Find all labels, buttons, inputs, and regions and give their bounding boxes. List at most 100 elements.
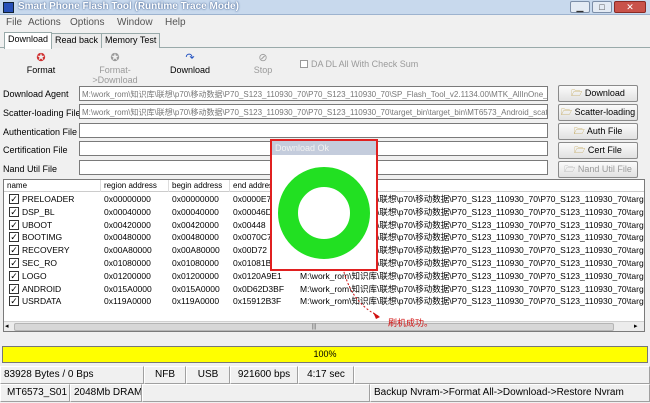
scroll-left-icon[interactable]: ◂	[5, 322, 9, 330]
authentication-label: Authentication File	[3, 127, 78, 137]
cell-region-address: 0x00420000	[104, 219, 151, 230]
da-dl-checkbox[interactable]: DA DL All With Check Sum	[300, 59, 430, 87]
header-begin-address[interactable]: begin address	[169, 180, 230, 192]
cell-begin-address: 0x015A0000	[172, 283, 220, 294]
row-checkbox[interactable]: ✓	[9, 194, 19, 204]
cell-name: UBOOT	[22, 219, 53, 230]
row-checkbox[interactable]: ✓	[9, 270, 19, 281]
row-checkbox[interactable]: ✓	[9, 296, 19, 307]
status-flow: Backup Nvram->Format All->Download->Rest…	[370, 384, 650, 402]
close-button[interactable]: ✕	[614, 1, 646, 13]
annotation-text: 刷机成功。	[388, 318, 434, 328]
cell-region-address: 0x00040000	[104, 206, 151, 217]
tab-download[interactable]: Download	[4, 32, 53, 49]
auth-file-button[interactable]: 🗁 Auth File	[558, 123, 638, 140]
scatter-loading-field[interactable]: M:\work_rom\知识库\联想\p70\移动数据\P70_S123_110…	[79, 104, 548, 119]
nand-util-label: Nand Util File	[3, 164, 58, 174]
cell-end-address: 0x0120A9E1	[233, 270, 282, 281]
dialog-title: Download Ok	[272, 141, 376, 155]
cell-name: USRDATA	[22, 296, 62, 307]
status-chip: MT6573_S01	[0, 384, 70, 402]
format-download-label: Format->Download	[92, 65, 138, 85]
status-baud: 921600 bps	[230, 366, 298, 384]
menu-actions[interactable]: Actions	[28, 17, 61, 28]
folder-icon: 🗁	[571, 88, 583, 98]
format-label: Format	[26, 65, 56, 75]
row-checkbox[interactable]: ✓	[9, 219, 19, 230]
status-blank	[142, 384, 370, 402]
scatter-loading-label: Scatter-loading File	[3, 108, 81, 118]
cell-name: SEC_RO	[22, 258, 57, 268]
da-dl-checkbox-box	[300, 60, 308, 68]
format-download-button[interactable]: ✪ Format->Download	[78, 52, 152, 85]
menu-help[interactable]: Help	[165, 17, 186, 28]
download-icon: ↷	[185, 52, 195, 64]
download-agent-field[interactable]: M:\work_rom\知识库\联想\p70\移动数据\P70_S123_110…	[79, 86, 548, 101]
folder-icon: 🗁	[564, 164, 576, 174]
scatter-loading-button[interactable]: 🗁 Scatter-loading	[558, 104, 638, 121]
stop-button[interactable]: ⊘ Stop	[246, 52, 280, 80]
cell-region-address: 0x01200000	[104, 270, 151, 281]
row-checkbox[interactable]: ✓	[9, 206, 19, 217]
row-checkbox[interactable]: ✓	[9, 283, 19, 294]
cell-begin-address: 0x00000000	[172, 194, 219, 204]
cell-region-address: 0x00A80000	[104, 245, 152, 256]
row-checkbox[interactable]: ✓	[9, 258, 19, 268]
table-row[interactable]: ✓ LOGO 0x01200000 0x01200000 0x0120A9E1 M:\wo…	[4, 270, 644, 282]
nand-util-button[interactable]: 🗁 Nand Util File	[558, 161, 638, 178]
menu-bar: File Actions Options Window Help	[0, 15, 650, 31]
download-label: Download	[169, 65, 211, 75]
certification-label: Certification File	[3, 145, 68, 155]
maximize-button[interactable]: □	[592, 1, 612, 13]
ok-ring-icon	[278, 167, 370, 259]
download-agent-button[interactable]: 🗁 Download Agent	[558, 85, 638, 113]
horizontal-scrollbar[interactable]: ◂ ||| ▸	[4, 321, 644, 331]
menu-file[interactable]: File	[6, 17, 22, 28]
header-name[interactable]: name	[4, 180, 101, 192]
cell-end-address: 0x15912B3F	[233, 296, 282, 307]
format-button[interactable]: ✪ Format	[18, 52, 64, 80]
status-time: 4:17 sec	[298, 366, 354, 384]
header-region-address[interactable]: region address	[101, 180, 169, 192]
download-ok-dialog: Download Ok	[270, 139, 378, 271]
auth-file-button-label: Auth File	[586, 126, 623, 136]
cell-region-address: 0x00000000	[104, 194, 151, 204]
status-bar-2: MT6573_S01 2048Mb DRAM Backup Nvram->For…	[0, 384, 650, 402]
folder-icon: 🗁	[573, 126, 585, 136]
cell-begin-address: 0x00480000	[172, 232, 219, 243]
cert-file-button[interactable]: 🗁 Cert File	[558, 142, 638, 159]
status-dram: 2048Mb DRAM	[70, 384, 142, 402]
status-usb: USB	[186, 366, 230, 384]
cell-name: BOOTIMG	[22, 232, 63, 243]
tab-memory-test[interactable]: Memory Test	[101, 33, 161, 48]
scroll-right-icon[interactable]: ▸	[634, 322, 638, 330]
cell-begin-address: 0x00A80000	[172, 245, 220, 256]
toolbar: ✪ Format ✪ Format->Download ↷ Download ⊘…	[0, 50, 650, 85]
table-row[interactable]: ✓ USRDATA 0x119A0000 0x119A0000 0x15912B3F M:…	[4, 295, 644, 307]
cell-name: LOGO	[22, 270, 47, 281]
status-empty	[354, 366, 650, 384]
format-icon: ✪	[36, 52, 46, 64]
folder-icon: 🗁	[560, 107, 573, 117]
table-row[interactable]: ✓ ANDROID 0x015A0000 0x015A0000 0x0D62D3BF M:…	[4, 283, 644, 295]
authentication-field[interactable]	[79, 123, 548, 138]
minimize-button[interactable]: ▁	[570, 1, 590, 13]
cell-begin-address: 0x00420000	[172, 219, 219, 230]
scrollbar-thumb[interactable]: |||	[14, 323, 614, 331]
da-dl-label: DA DL All With Check Sum	[311, 59, 419, 69]
progress-bar: 100%	[2, 346, 648, 363]
cell-name: ANDROID	[22, 283, 62, 294]
row-checkbox[interactable]: ✓	[9, 245, 19, 256]
cert-file-button-label: Cert File	[587, 145, 622, 155]
download-button[interactable]: ↷ Download	[164, 52, 216, 80]
menu-options[interactable]: Options	[70, 17, 104, 28]
cell-begin-address: 0x119A0000	[172, 296, 220, 307]
app-icon	[3, 2, 14, 13]
status-transfer: 83928 Bytes / 0 Bps	[0, 366, 144, 384]
row-checkbox[interactable]: ✓	[9, 232, 19, 243]
annotation-arrow	[341, 263, 381, 319]
menu-window[interactable]: Window	[117, 17, 153, 28]
tab-read-back[interactable]: Read back	[51, 33, 103, 48]
cell-name: PRELOADER	[22, 194, 75, 204]
cell-begin-address: 0x00040000	[172, 206, 219, 217]
